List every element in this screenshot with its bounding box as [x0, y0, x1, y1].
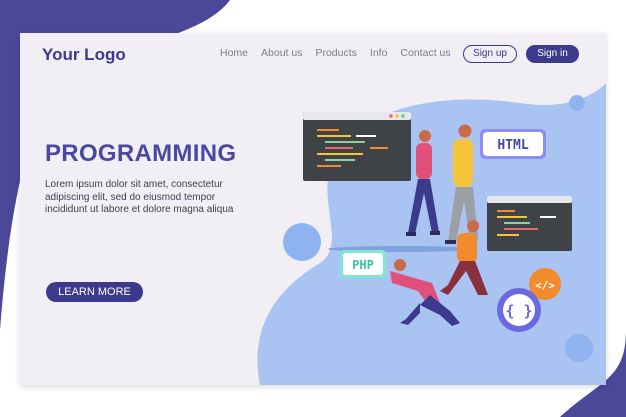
deco-circle-bottom: [565, 334, 593, 362]
code-window-bottom: [487, 196, 572, 251]
code-tag-text: </>: [535, 279, 555, 292]
deco-circle-small: [569, 95, 585, 111]
braces-badge: { }: [497, 288, 541, 332]
php-badge-text: PHP: [352, 258, 374, 272]
nav-info[interactable]: Info: [370, 47, 388, 59]
nav-contact-us[interactable]: Contact us: [400, 47, 450, 59]
html-badge-text: HTML: [497, 138, 528, 153]
html-badge: HTML: [480, 129, 546, 159]
nav-about-us[interactable]: About us: [261, 47, 302, 59]
signup-button[interactable]: Sign up: [463, 45, 517, 63]
nav-products[interactable]: Products: [315, 47, 356, 59]
php-badge: PHP: [340, 250, 386, 278]
learn-more-button[interactable]: LEARN MORE: [46, 282, 143, 302]
deco-circle-left: [283, 223, 321, 261]
site-logo[interactable]: Your Logo: [42, 45, 126, 65]
page-title: PROGRAMMING: [45, 140, 237, 167]
main-nav: Home About us Products Info Contact us: [220, 47, 451, 59]
code-window-top: [303, 112, 411, 181]
nav-home[interactable]: Home: [220, 47, 248, 59]
braces-text: { }: [505, 302, 532, 320]
landing-card: HTML PHP </> { } Your Logo Home About us…: [20, 33, 606, 385]
signin-button[interactable]: Sign in: [526, 45, 579, 63]
hero-description: Lorem ipsum dolor sit amet, consectetur …: [45, 179, 234, 215]
